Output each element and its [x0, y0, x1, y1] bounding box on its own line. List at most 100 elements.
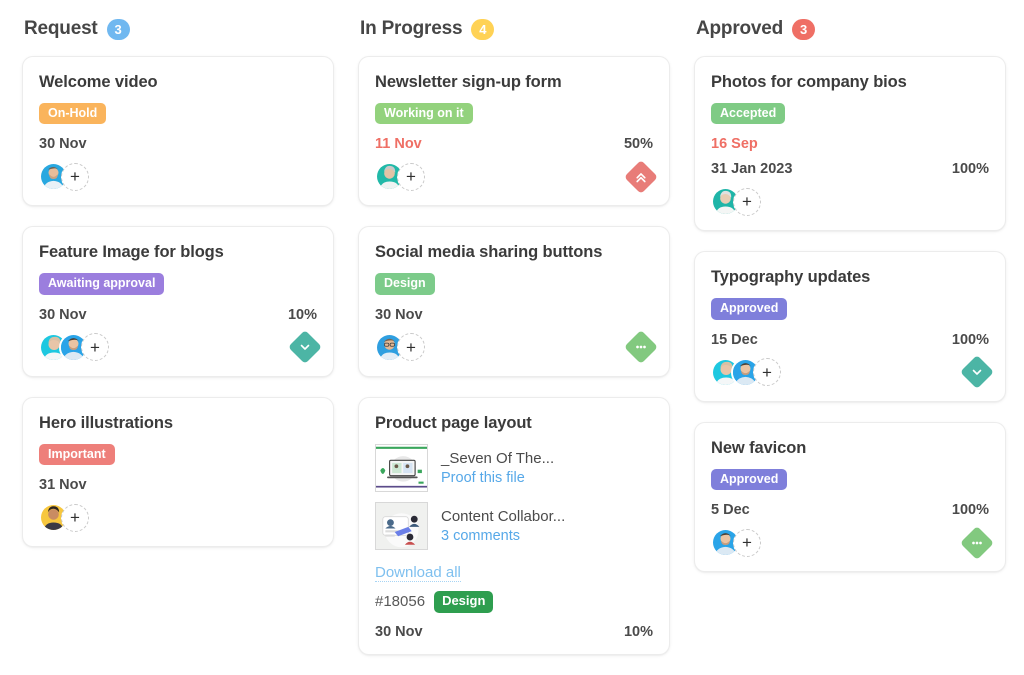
column-count-badge: 3: [792, 19, 815, 40]
status-badge[interactable]: Awaiting approval: [39, 273, 164, 294]
card-alert-date: 16 Sep: [711, 136, 989, 152]
assignee-avatars: +: [39, 333, 109, 362]
card-bottom-row: +: [711, 187, 989, 216]
add-assignee-button[interactable]: +: [733, 188, 761, 216]
comments-link[interactable]: 3 comments: [441, 528, 565, 544]
card-title: Typography updates: [711, 268, 989, 287]
card-meta-row: 31 Jan 2023 100%: [711, 161, 989, 177]
status-badge[interactable]: Accepted: [711, 103, 785, 124]
card-title: Newsletter sign-up form: [375, 73, 653, 92]
card-date: 5 Dec: [711, 502, 750, 518]
column-header-in-progress: In Progress 4: [358, 18, 670, 40]
card-meta-row: 30 Nov: [375, 307, 653, 323]
add-assignee-button[interactable]: +: [397, 163, 425, 191]
download-all-wrapper: Download all: [375, 560, 653, 591]
card-product-page-layout[interactable]: Product page layout _Seven Of The... Pro…: [358, 397, 670, 655]
attachment-info: _Seven Of The... Proof this file: [441, 450, 554, 486]
attachment-row[interactable]: Content Collabor... 3 comments: [375, 502, 653, 550]
card-meta-row: 15 Dec 100%: [711, 332, 989, 348]
card-social-media-sharing-buttons[interactable]: Social media sharing buttons Design 30 N…: [358, 226, 670, 376]
proof-this-file-link[interactable]: Proof this file: [441, 470, 554, 486]
ticket-id: #18056: [375, 593, 425, 610]
add-assignee-button[interactable]: +: [61, 504, 89, 532]
add-assignee-button[interactable]: +: [733, 529, 761, 557]
card-meta-row: 5 Dec 100%: [711, 502, 989, 518]
column-count-badge: 3: [107, 19, 130, 40]
card-date: 30 Nov: [375, 624, 423, 640]
status-badge[interactable]: Design: [375, 273, 435, 294]
column-title: Request: [24, 18, 98, 40]
card-date: 15 Dec: [711, 332, 758, 348]
download-all-link[interactable]: Download all: [375, 564, 461, 582]
priority-medium-icon[interactable]: [960, 526, 994, 560]
card-percent: 50%: [624, 136, 653, 152]
assignee-avatars: +: [711, 528, 761, 557]
card-bottom-row: +: [39, 333, 317, 362]
assignee-avatars: +: [39, 503, 89, 532]
attachment-thumbnail-webinar[interactable]: [375, 444, 428, 492]
card-title: Hero illustrations: [39, 414, 317, 433]
assignee-avatars: +: [375, 162, 425, 191]
card-bottom-row: +: [711, 358, 989, 387]
assignee-avatars: +: [711, 358, 781, 387]
card-meta-row: 11 Nov 50%: [375, 136, 653, 152]
card-title: Photos for company bios: [711, 73, 989, 92]
priority-low-icon[interactable]: [960, 355, 994, 389]
card-percent: 10%: [624, 624, 653, 640]
card-percent: 100%: [952, 161, 989, 177]
column-title: Approved: [696, 18, 783, 40]
ticket-row: #18056 Design: [375, 591, 653, 613]
card-date: 31 Nov: [39, 477, 87, 493]
card-title: Feature Image for blogs: [39, 243, 317, 262]
card-date: 30 Nov: [375, 307, 423, 323]
card-date: 11 Nov: [375, 136, 422, 152]
assignee-avatars: +: [375, 333, 425, 362]
add-assignee-button[interactable]: +: [397, 333, 425, 361]
card-meta-row: 30 Nov 10%: [375, 624, 653, 640]
status-badge[interactable]: Approved: [711, 298, 787, 319]
status-badge[interactable]: Working on it: [375, 103, 473, 124]
card-newsletter-sign-up-form[interactable]: Newsletter sign-up form Working on it 11…: [358, 56, 670, 206]
card-bottom-row: +: [39, 503, 317, 532]
card-bottom-row: +: [375, 162, 653, 191]
card-date: 31 Jan 2023: [711, 161, 792, 177]
card-meta-row: 30 Nov 10%: [39, 307, 317, 323]
card-title: Welcome video: [39, 73, 317, 92]
card-photos-for-company-bios[interactable]: Photos for company bios Accepted 16 Sep …: [694, 56, 1006, 231]
add-assignee-button[interactable]: +: [61, 163, 89, 191]
attachment-row[interactable]: _Seven Of The... Proof this file: [375, 444, 653, 492]
card-bottom-row: +: [39, 162, 317, 191]
column-in-progress: In Progress 4 Newsletter sign-up form Wo…: [358, 18, 670, 675]
card-percent: 10%: [288, 307, 317, 323]
card-date: 30 Nov: [39, 136, 87, 152]
ticket-tag[interactable]: Design: [434, 591, 493, 613]
card-title: Product page layout: [375, 414, 653, 433]
status-badge[interactable]: Important: [39, 444, 115, 465]
card-bottom-row: +: [711, 528, 989, 557]
add-assignee-button[interactable]: +: [81, 333, 109, 361]
status-badge[interactable]: On-Hold: [39, 103, 106, 124]
priority-low-icon[interactable]: [288, 330, 322, 364]
attachment-name: _Seven Of The...: [441, 450, 554, 467]
attachment-info: Content Collabor... 3 comments: [441, 508, 565, 544]
card-percent: 100%: [952, 502, 989, 518]
column-approved: Approved 3 Photos for company bios Accep…: [694, 18, 1006, 592]
priority-medium-icon[interactable]: [624, 330, 658, 364]
card-feature-image-for-blogs[interactable]: Feature Image for blogs Awaiting approva…: [22, 226, 334, 376]
column-request: Request 3 Welcome video On-Hold 30 Nov +: [22, 18, 334, 567]
card-hero-illustrations[interactable]: Hero illustrations Important 31 Nov +: [22, 397, 334, 547]
assignee-avatars: +: [39, 162, 89, 191]
column-header-request: Request 3: [22, 18, 334, 40]
card-new-favicon[interactable]: New favicon Approved 5 Dec 100% +: [694, 422, 1006, 572]
kanban-board: Request 3 Welcome video On-Hold 30 Nov +: [0, 0, 1024, 675]
card-welcome-video[interactable]: Welcome video On-Hold 30 Nov +: [22, 56, 334, 206]
attachment-thumbnail-collaboration[interactable]: [375, 502, 428, 550]
card-typography-updates[interactable]: Typography updates Approved 15 Dec 100% …: [694, 251, 1006, 401]
card-title: New favicon: [711, 439, 989, 458]
status-badge[interactable]: Approved: [711, 469, 787, 490]
card-meta-row: 30 Nov: [39, 136, 317, 152]
column-title: In Progress: [360, 18, 462, 40]
add-assignee-button[interactable]: +: [753, 358, 781, 386]
card-title: Social media sharing buttons: [375, 243, 653, 262]
priority-high-icon[interactable]: [624, 160, 658, 194]
